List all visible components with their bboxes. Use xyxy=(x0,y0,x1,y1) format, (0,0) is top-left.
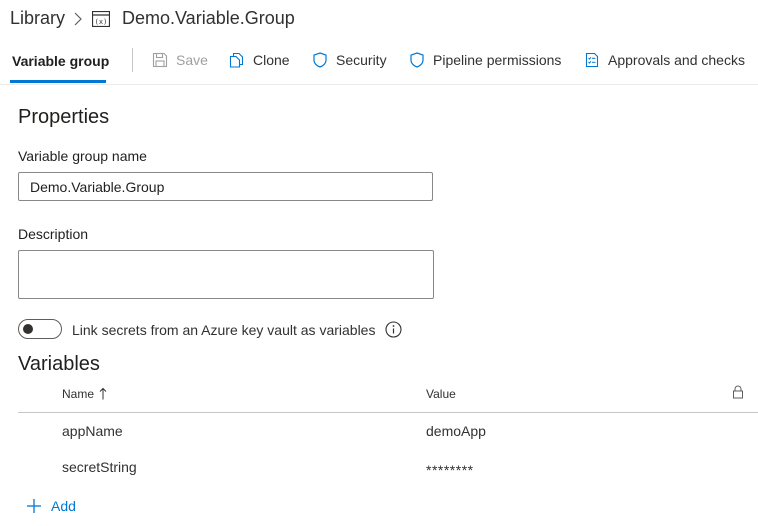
plus-icon xyxy=(27,499,41,513)
add-label: Add xyxy=(51,498,76,514)
variable-value-cell[interactable]: demoApp xyxy=(426,423,486,439)
save-button[interactable]: Save xyxy=(152,52,208,68)
shield-icon xyxy=(410,52,424,68)
properties-heading: Properties xyxy=(18,106,110,128)
variable-name-cell[interactable]: appName xyxy=(62,423,123,439)
clone-button[interactable]: Clone xyxy=(229,52,290,68)
group-name-input[interactable] xyxy=(18,172,433,201)
chevron-right-icon xyxy=(74,12,82,26)
variables-heading: Variables xyxy=(18,353,100,375)
tab-variable-group[interactable]: Variable group xyxy=(12,53,109,69)
variable-group-icon: (x) xyxy=(92,11,110,27)
shield-icon xyxy=(313,52,327,68)
breadcrumb-current: Demo.Variable.Group xyxy=(122,8,295,28)
approvals-and-checks-label: Approvals and checks xyxy=(608,52,745,68)
breadcrumb-library-link[interactable]: Library xyxy=(10,8,65,29)
column-header-name[interactable]: Name xyxy=(62,387,94,401)
variable-name-cell[interactable]: secretString xyxy=(62,459,137,475)
link-secrets-label: Link secrets from an Azure key vault as … xyxy=(72,322,376,338)
lock-icon xyxy=(733,385,743,399)
clone-label: Clone xyxy=(253,52,290,68)
svg-text:(x): (x) xyxy=(95,18,108,26)
save-label: Save xyxy=(176,52,208,68)
description-label: Description xyxy=(18,226,89,242)
security-label: Security xyxy=(336,52,387,68)
group-name-label: Variable group name xyxy=(18,148,147,164)
toggle-knob xyxy=(23,324,33,334)
description-input[interactable] xyxy=(18,250,434,299)
checklist-icon xyxy=(585,52,599,68)
info-icon[interactable] xyxy=(385,321,402,338)
save-icon xyxy=(152,52,168,68)
sort-up-icon xyxy=(99,387,107,400)
clone-icon xyxy=(229,52,244,68)
pipeline-permissions-label: Pipeline permissions xyxy=(433,52,562,68)
variable-value-cell[interactable]: ******** xyxy=(426,462,474,478)
column-header-value: Value xyxy=(426,387,456,401)
toolbar-separator xyxy=(132,48,133,72)
active-tab-indicator xyxy=(10,80,106,83)
add-variable-button[interactable]: Add xyxy=(26,498,76,514)
pipeline-permissions-button[interactable]: Pipeline permissions xyxy=(409,52,561,68)
approvals-and-checks-button[interactable]: Approvals and checks xyxy=(584,52,745,68)
toolbar-divider xyxy=(0,84,758,85)
security-button[interactable]: Security xyxy=(312,52,387,68)
table-header-divider xyxy=(18,412,758,413)
link-secrets-toggle[interactable] xyxy=(18,319,62,339)
